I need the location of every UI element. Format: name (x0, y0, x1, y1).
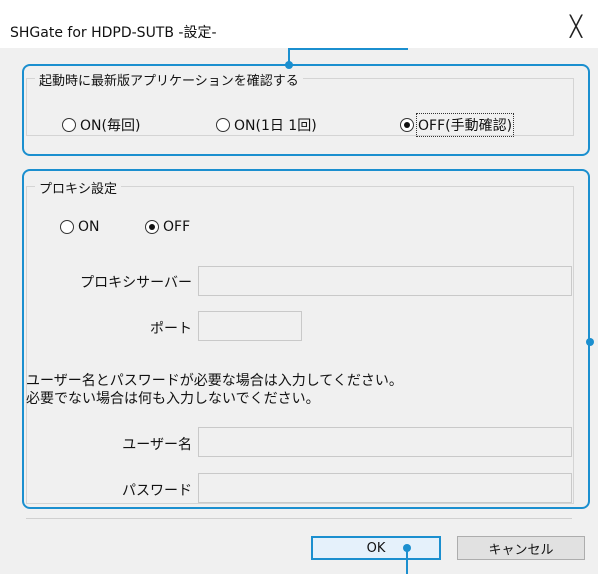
callout-line-top (288, 48, 408, 50)
cancel-button[interactable]: キャンセル (457, 536, 585, 560)
window-title: SHGate for HDPD-SUTB -設定- (10, 25, 217, 41)
update-check-highlight (22, 64, 590, 156)
close-icon[interactable]: ╳ (570, 16, 582, 36)
ok-button[interactable]: OK (311, 536, 441, 560)
proxy-highlight (22, 169, 590, 509)
title-bar: SHGate for HDPD-SUTB -設定- ╳ (0, 0, 598, 48)
callout-dot-right (586, 338, 594, 346)
bottom-separator (26, 518, 572, 519)
callout-line-bottom (406, 549, 408, 574)
callout-dot-top (285, 61, 293, 69)
